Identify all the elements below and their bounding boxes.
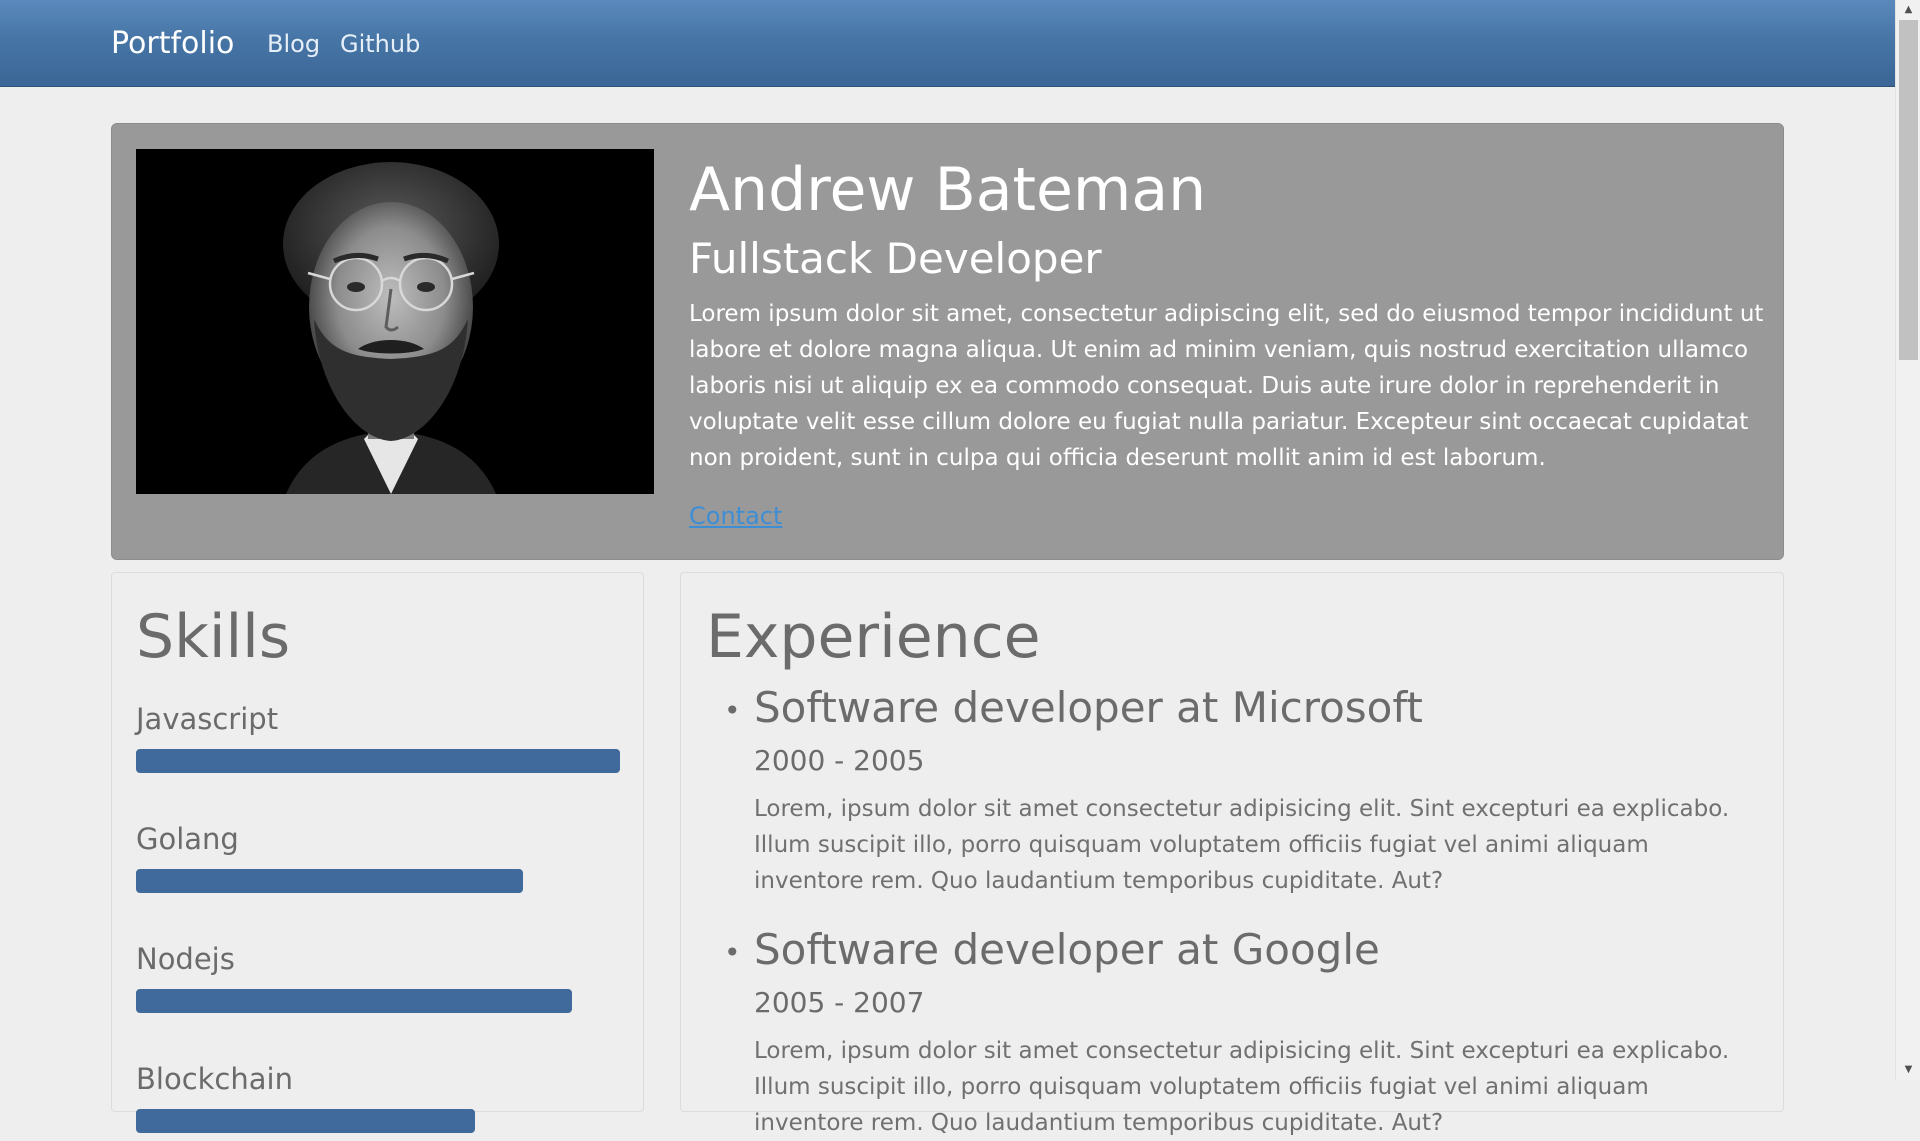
skill-label: Golang	[136, 822, 239, 856]
experience-title: Software developer at Microsoft	[754, 683, 1423, 732]
scroll-down-arrow-icon[interactable]: ▼	[1896, 1060, 1920, 1080]
experience-description: Lorem, ipsum dolor sit amet consectetur …	[754, 796, 1730, 894]
profile-bio: Lorem ipsum dolor sit amet, consectetur …	[689, 301, 1764, 471]
experience-heading: Experience	[706, 602, 1041, 672]
nav-link-github[interactable]: Github	[340, 28, 420, 60]
experience-years: 2005 - 2007	[754, 986, 925, 1019]
scrollbar-thumb[interactable]	[1899, 20, 1918, 360]
experience-item: • Software developer at Microsoft 2000 -…	[724, 681, 1764, 899]
navbar: Portfolio Blog Github	[0, 0, 1895, 87]
brand-link[interactable]: Portfolio	[111, 24, 234, 64]
skills-heading: Skills	[136, 602, 291, 672]
hero-card: Andrew Bateman Fullstack Developer Lorem…	[111, 123, 1784, 560]
experience-title: Software developer at Google	[754, 925, 1380, 974]
skill-progress-fill	[136, 749, 620, 773]
skill-progress-bar	[136, 869, 620, 893]
skills-card: Skills Javascript Golang Nodejs Blockcha…	[111, 572, 644, 1133]
experience-description: Lorem, ipsum dolor sit amet consectetur …	[754, 1038, 1730, 1136]
scroll-up-arrow-icon[interactable]: ▲	[1896, 0, 1920, 20]
vertical-scrollbar[interactable]: ▲ ▼	[1895, 0, 1920, 1080]
skill-progress-fill	[136, 1109, 475, 1133]
bullet-icon: •	[724, 936, 741, 969]
skill-progress-fill	[136, 869, 524, 893]
contact-link[interactable]: Contact	[689, 500, 782, 532]
bullet-icon: •	[724, 694, 741, 727]
skill-label: Blockchain	[136, 1062, 293, 1096]
skill-item: Javascript	[136, 701, 620, 773]
portrait-photo-icon	[136, 149, 654, 494]
skill-progress-bar	[136, 749, 620, 773]
skill-label: Javascript	[136, 702, 279, 736]
skill-progress-bar	[136, 1109, 620, 1133]
profile-name: Andrew Bateman	[689, 155, 1207, 225]
skill-item: Blockchain	[136, 1061, 620, 1133]
nav-link-blog[interactable]: Blog	[267, 28, 320, 60]
skill-progress-bar	[136, 989, 620, 1013]
skill-item: Nodejs	[136, 941, 620, 1013]
profile-title: Fullstack Developer	[689, 234, 1102, 283]
profile-photo	[136, 149, 654, 494]
skill-progress-fill	[136, 989, 572, 1013]
experience-card: Experience • Software developer at Micro…	[680, 572, 1784, 1136]
experience-item: • Software developer at Google 2005 - 20…	[724, 923, 1764, 1141]
experience-years: 2000 - 2005	[754, 744, 925, 777]
skill-item: Golang	[136, 821, 620, 893]
skill-label: Nodejs	[136, 942, 235, 976]
